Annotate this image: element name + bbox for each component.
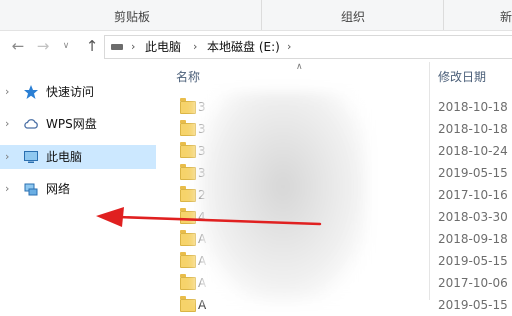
annotation-arrow-head	[96, 207, 124, 227]
annotation-arrow	[96, 207, 322, 227]
folder-icon	[180, 296, 196, 312]
annotation-arrow-shaft	[116, 215, 322, 226]
